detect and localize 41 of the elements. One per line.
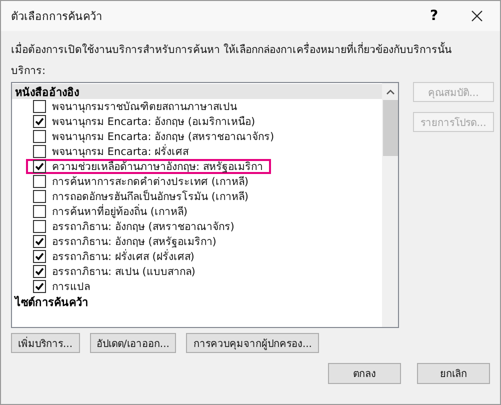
service-label: การแปล bbox=[52, 280, 90, 295]
service-label: พจนานุกรมราชบัณฑิตยสถานภาษาสเปน bbox=[52, 100, 237, 115]
close-icon bbox=[471, 10, 483, 22]
checkbox[interactable] bbox=[33, 160, 46, 173]
checkbox[interactable] bbox=[33, 265, 46, 278]
service-label: พจนานุกรม Encarta: อังกฤษ (สหราชอาณาจักร) bbox=[52, 130, 274, 144]
description-text: เมื่อต้องการเปิดใช้งานบริการสำหรับการค้นหา ให้เลือกกล่องกาเครื่องหมายที่เกี่ยวข้องกับบริการนั้น bbox=[11, 41, 452, 58]
window-title: ตัวเลือกการค้นคว้า bbox=[11, 9, 103, 25]
checkbox[interactable] bbox=[33, 190, 46, 203]
checkbox[interactable] bbox=[33, 115, 46, 128]
scroll-up-icon[interactable] bbox=[386, 89, 394, 95]
checkbox[interactable] bbox=[33, 175, 46, 188]
checkbox[interactable] bbox=[33, 220, 46, 233]
service-label: อรรถาภิธาน: สเปน (แบบสากล) bbox=[52, 265, 196, 280]
checkbox[interactable] bbox=[33, 250, 46, 263]
action-button[interactable]: การควบคุมจากผู้ปกครอง... bbox=[186, 333, 319, 353]
scroll-thumb[interactable] bbox=[382, 100, 398, 156]
service-label: การถอดอักษรฮันกึลเป็นอักษรโรมัน (เกาหลี) bbox=[52, 188, 249, 204]
service-label: พจนานุกรม Encarta: อังกฤษ (อเมริกาเหนือ) bbox=[52, 115, 256, 130]
group-header[interactable]: หนังสืออ้างอิง bbox=[12, 84, 382, 99]
scrollbar[interactable] bbox=[382, 83, 398, 327]
service-label: อรรถาภิธาน: อังกฤษ (สหรัฐอเมริกา) bbox=[52, 235, 216, 249]
dialog-button[interactable]: ยกเลิก bbox=[417, 363, 490, 384]
checkbox[interactable] bbox=[33, 205, 46, 218]
service-label: อรรถาภิธาน: อังกฤษ (สหราชอาณาจักร) bbox=[52, 220, 234, 235]
help-button[interactable]: ? bbox=[414, 8, 454, 24]
service-label: อรรถาภิธาน: ฝรั่งเศส (ฝรั่งเศส) bbox=[52, 248, 194, 265]
service-label: การค้นหาที่อยู่ท้องถิ่น (เกาหลี) bbox=[52, 203, 188, 220]
service-label: ความช่วยเหลือด้านภาษาอังกฤษ: สหรัฐอเมริกา bbox=[52, 160, 263, 175]
services-label: บริการ: bbox=[11, 64, 47, 79]
service-label: การค้นหาการสะกดคำต่างประเทศ (เกาหลี) bbox=[52, 175, 249, 190]
action-button[interactable]: เพิ่มบริการ... bbox=[11, 333, 80, 353]
checkbox[interactable] bbox=[33, 145, 46, 158]
service-label: พจนานุกรม Encarta: ฝรั่งเศส bbox=[52, 143, 189, 160]
action-button[interactable]: อัปเดต/เอาออก... bbox=[90, 333, 176, 353]
dialog-button[interactable]: ตกลง bbox=[328, 363, 401, 384]
checkbox[interactable] bbox=[33, 100, 46, 113]
checkbox[interactable] bbox=[33, 130, 46, 143]
group-header[interactable]: ไซต์การค้นคว้า bbox=[12, 294, 382, 309]
checkbox[interactable] bbox=[33, 235, 46, 248]
checkbox[interactable] bbox=[33, 280, 46, 293]
